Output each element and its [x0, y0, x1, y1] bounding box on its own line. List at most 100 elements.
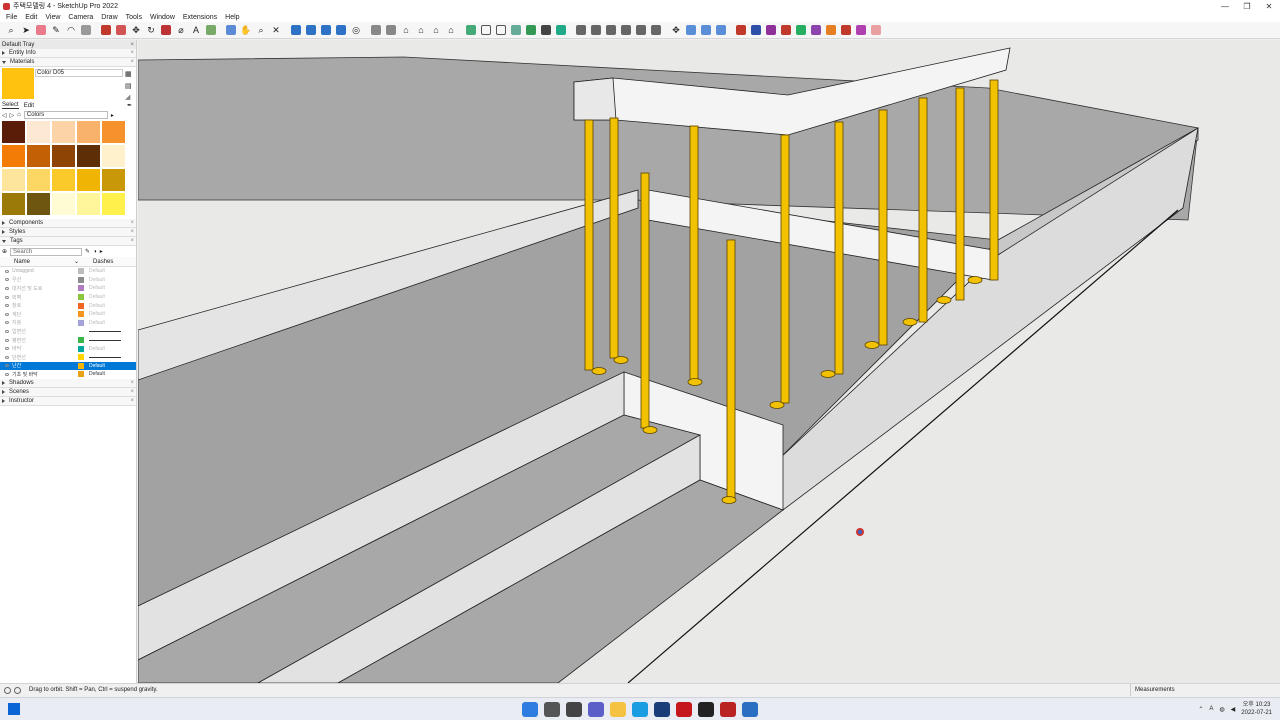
visibility-eye-icon[interactable]	[5, 347, 9, 351]
section-close-icon[interactable]: ×	[130, 398, 134, 404]
tag-row[interactable]: 우산 Default	[0, 276, 136, 285]
tag-dash[interactable]: Default	[89, 346, 105, 352]
material-swatch[interactable]	[77, 193, 100, 215]
measurements-box[interactable]: Measurements	[1130, 684, 1280, 696]
menu-draw[interactable]: Draw	[97, 14, 121, 21]
sandbox-icon-3[interactable]	[319, 23, 333, 37]
view-front-icon[interactable]: ⌂	[399, 23, 413, 37]
search-icon[interactable]	[544, 702, 560, 717]
section-scenes[interactable]: Scenes ×	[0, 387, 136, 397]
tag-row[interactable]: 평면선	[0, 336, 136, 345]
material-swatch[interactable]	[77, 169, 100, 191]
menu-tools[interactable]: Tools	[122, 14, 146, 21]
chat-icon[interactable]	[588, 702, 604, 717]
tag-dash[interactable]: Default	[89, 363, 105, 369]
material-swatch[interactable]	[52, 193, 75, 215]
line-tool-icon[interactable]: ✎	[49, 23, 63, 37]
tab-select[interactable]: Select	[2, 102, 19, 109]
material-swatch[interactable]	[52, 121, 75, 143]
pan-icon[interactable]: ✋	[239, 23, 253, 37]
chevron-up-icon[interactable]: ⌃	[1198, 706, 1203, 713]
zoom-extents-icon[interactable]: ✕	[269, 23, 283, 37]
scale-tool-icon[interactable]	[159, 23, 173, 37]
acrobat-icon[interactable]	[676, 702, 692, 717]
panel-toggle-icon[interactable]: ◢	[125, 93, 130, 101]
rotate-tool-icon[interactable]: ↻	[144, 23, 158, 37]
material-swatch[interactable]	[2, 193, 25, 215]
tag-dash[interactable]: Default	[89, 371, 105, 377]
material-swatch[interactable]	[52, 145, 75, 167]
shaded-icon[interactable]	[509, 23, 523, 37]
model-viewport[interactable]	[138, 40, 1280, 683]
section-styles[interactable]: Styles ×	[0, 228, 136, 237]
default-material-icon[interactable]: ▦	[125, 70, 132, 78]
section-plane-icon[interactable]	[554, 23, 568, 37]
tag-row[interactable]: 단면선	[0, 353, 136, 362]
material-name-field[interactable]: Color D05	[35, 69, 123, 77]
section-entity-info[interactable]: Entity Info ×	[0, 49, 136, 58]
material-swatch[interactable]	[77, 121, 100, 143]
tray-close-icon[interactable]: ×	[130, 42, 134, 48]
extension-icon-5[interactable]	[794, 23, 808, 37]
view-left-icon[interactable]: ⌂	[444, 23, 458, 37]
section-close-icon[interactable]: ×	[130, 380, 134, 386]
edge-icon[interactable]	[632, 702, 648, 717]
extension-icon-10[interactable]	[869, 23, 883, 37]
tag-dash[interactable]: Default	[89, 311, 105, 317]
sketchup-taskbar-icon[interactable]	[720, 702, 736, 717]
material-swatch[interactable]	[2, 169, 25, 191]
tag-row[interactable]: 계단 Default	[0, 310, 136, 319]
forward-icon[interactable]: ▷	[10, 112, 15, 119]
arc-tool-icon[interactable]: ◠	[64, 23, 78, 37]
shaded-texture-icon[interactable]	[524, 23, 538, 37]
tab-edit[interactable]: Edit	[24, 103, 34, 109]
shape-tool-icon[interactable]	[79, 23, 93, 37]
search-icon[interactable]: ⌕	[4, 23, 18, 37]
menu-help[interactable]: Help	[221, 14, 243, 21]
visibility-eye-icon[interactable]	[5, 372, 9, 376]
monochrome-icon[interactable]	[539, 23, 553, 37]
material-swatch[interactable]	[27, 193, 50, 215]
tag-row[interactable]: 외벽 Default	[0, 293, 136, 302]
tag-color-swatch[interactable]	[78, 345, 84, 352]
app-icon[interactable]	[698, 702, 714, 717]
layout-taskbar-icon[interactable]	[742, 702, 758, 717]
section-close-icon[interactable]: ×	[130, 389, 134, 395]
material-swatch[interactable]	[2, 121, 25, 143]
menu-file[interactable]: File	[2, 14, 21, 21]
material-swatch[interactable]	[102, 193, 125, 215]
menu-edit[interactable]: Edit	[21, 14, 41, 21]
tag-dash[interactable]: Default	[89, 277, 105, 283]
tag-color-swatch[interactable]	[78, 311, 84, 318]
minimize-button[interactable]: —	[1214, 2, 1236, 11]
sandbox-icon-4[interactable]	[334, 23, 348, 37]
tag-row[interactable]: 바닥 Default	[0, 344, 136, 353]
network-icon[interactable]: ◍	[1219, 706, 1224, 713]
eraser-icon[interactable]	[34, 23, 48, 37]
tag-row[interactable]: Untagged Default	[0, 267, 136, 276]
tag-color-icon[interactable]: ◑	[93, 249, 97, 255]
tag-color-swatch[interactable]	[78, 302, 84, 309]
tag-row[interactable]: 입면선	[0, 327, 136, 336]
maximize-button[interactable]: ❐	[1236, 2, 1258, 11]
layer-icon-2[interactable]	[589, 23, 603, 37]
wireframe-icon[interactable]	[479, 23, 493, 37]
visibility-eye-icon[interactable]	[5, 321, 9, 325]
walk-icon[interactable]: ✥	[669, 23, 683, 37]
tag-color-swatch[interactable]	[78, 371, 84, 378]
task-view-icon[interactable]	[566, 702, 582, 717]
sort-chevron-icon[interactable]: ⌄	[74, 258, 79, 265]
zoom-icon[interactable]: ⌕	[254, 23, 268, 37]
home-icon[interactable]: ⌂	[17, 112, 21, 118]
visibility-eye-icon[interactable]	[5, 295, 9, 299]
material-swatch[interactable]	[27, 121, 50, 143]
tag-dash[interactable]: Default	[89, 268, 105, 274]
library-select[interactable]: Colors	[23, 111, 108, 119]
tag-color-swatch[interactable]	[78, 276, 84, 283]
tape-measure-icon[interactable]: ⌀	[174, 23, 188, 37]
tag-row[interactable]: 대지선 및 도로 Default	[0, 284, 136, 293]
section-materials[interactable]: Materials ×	[0, 58, 136, 67]
material-swatch[interactable]	[27, 145, 50, 167]
layer-icon-3[interactable]	[604, 23, 618, 37]
volume-icon[interactable]: ◀	[1231, 706, 1236, 713]
